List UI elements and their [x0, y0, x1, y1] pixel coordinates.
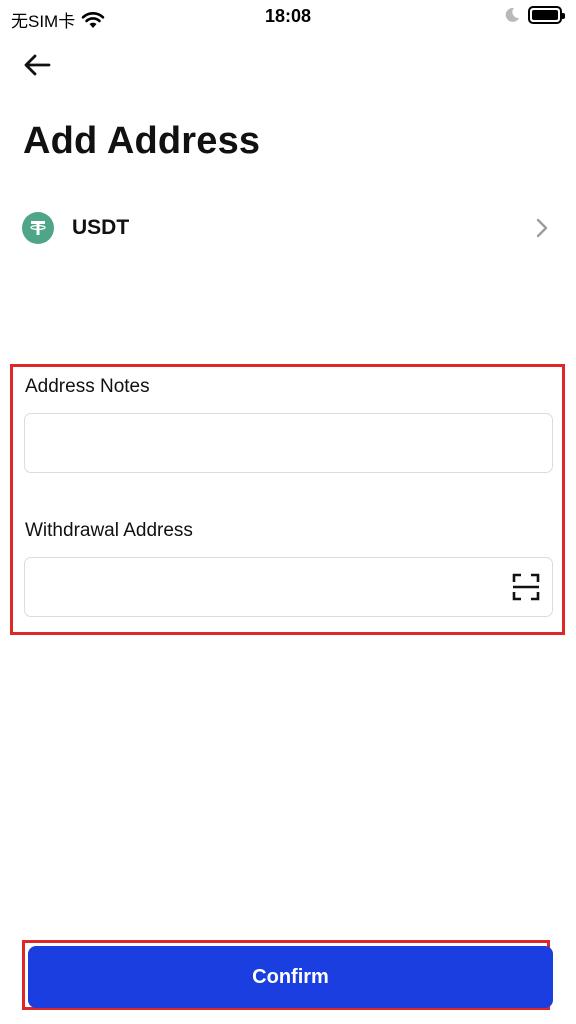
confirm-button[interactable]: Confirm: [28, 946, 553, 1008]
address-notes-label: Address Notes: [25, 376, 150, 397]
address-notes-input[interactable]: [24, 413, 553, 473]
withdrawal-address-label: Withdrawal Address: [25, 520, 193, 541]
withdrawal-address-input[interactable]: [24, 557, 553, 617]
moon-icon: [505, 7, 519, 22]
coin-label: USDT: [72, 216, 130, 239]
add-address-screen: 无SIM卡 18:08 Add Address USDT Address Not…: [0, 0, 576, 1024]
battery-icon: [528, 6, 565, 24]
scan-qr-icon[interactable]: [512, 573, 540, 601]
chevron-right-icon: [536, 218, 548, 238]
tether-icon: [22, 212, 54, 244]
address-form: Address Notes Withdrawal Address: [10, 364, 565, 635]
status-bar: 无SIM卡 18:08: [0, 0, 576, 34]
confirm-highlight: Confirm: [22, 940, 553, 1010]
coin-selector[interactable]: USDT: [22, 208, 554, 248]
page-title: Add Address: [23, 120, 261, 162]
status-right: [504, 6, 565, 24]
back-button[interactable]: [22, 50, 56, 80]
arrow-left-icon: [24, 54, 51, 76]
status-time: 18:08: [264, 6, 312, 26]
